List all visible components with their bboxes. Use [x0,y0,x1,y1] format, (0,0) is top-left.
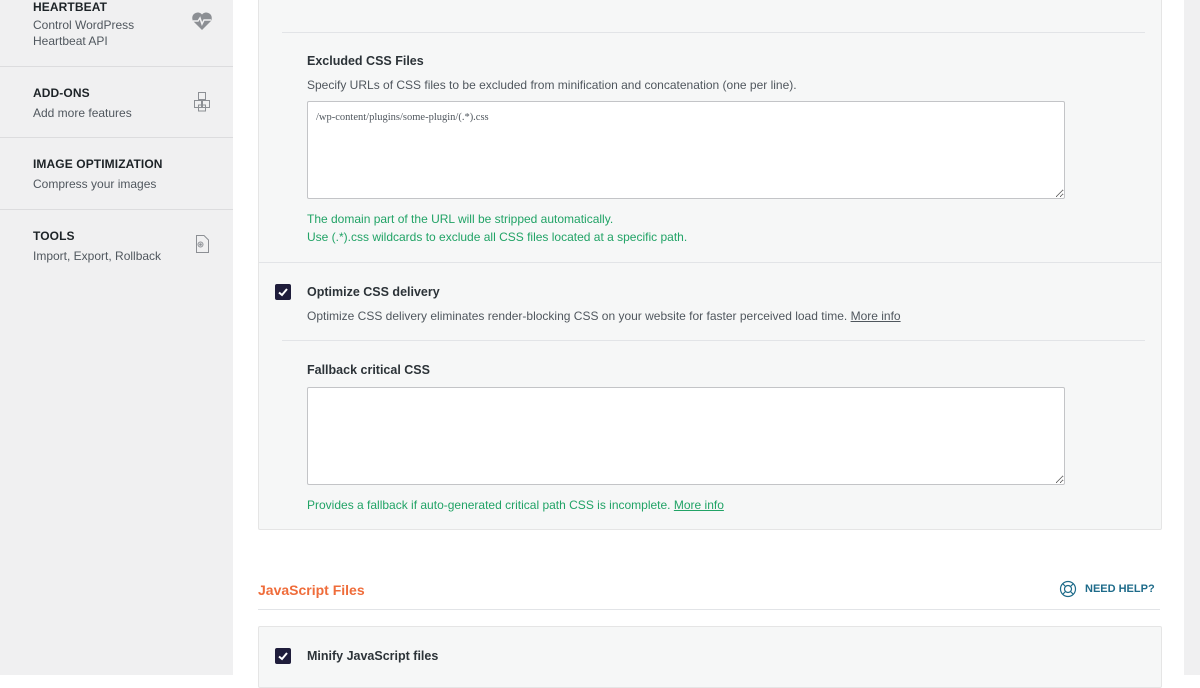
fallback-css-note: Provides a fallback if auto-generated cr… [307,496,724,514]
css-files-panel: Excluded CSS Files Specify URLs of CSS f… [258,0,1162,530]
fallback-css-title: Fallback critical CSS [307,363,430,377]
sidebar-item-desc: Add more features [33,106,132,120]
fallback-css-note-text: Provides a fallback if auto-generated cr… [307,498,671,512]
sidebar-item-tools[interactable]: TOOLS Import, Export, Rollback [0,210,233,280]
sidebar-item-title: TOOLS [33,229,75,243]
optimize-css-desc: Optimize CSS delivery eliminates render-… [307,309,901,323]
sidebar-item-image-optimization[interactable]: IMAGE OPTIMIZATION Compress your images [0,138,233,210]
divider [282,32,1145,33]
sidebar-item-desc: Compress your images [33,177,157,191]
sidebar-item-title: IMAGE OPTIMIZATION [33,157,163,171]
minify-js-checkbox[interactable] [275,648,291,664]
javascript-files-panel: Minify JavaScript files [258,626,1162,688]
divider [258,609,1160,610]
optimize-css-checkbox[interactable] [275,284,291,300]
optimize-css-desc-text: Optimize CSS delivery eliminates render-… [307,309,848,323]
sidebar-item-desc: Import, Export, Rollback [33,249,162,263]
need-help-label: NEED HELP? [1085,583,1155,595]
excluded-css-desc: Specify URLs of CSS files to be excluded… [307,78,797,92]
optimize-css-more-info-link[interactable]: More info [851,309,901,323]
need-help-button[interactable]: NEED HELP? [1059,580,1155,598]
checkmark-icon [278,652,288,661]
excluded-css-textarea[interactable]: /wp-content/plugins/some-plugin/(.*).css [307,101,1065,199]
sidebar: HEARTBEAT Control WordPress Heartbeat AP… [0,0,233,675]
main-content: Excluded CSS Files Specify URLs of CSS f… [233,0,1184,688]
sidebar-item-add-ons[interactable]: ADD-ONS Add more features [0,67,233,138]
sidebar-item-title: ADD-ONS [33,86,90,100]
page-scrollbar[interactable] [1184,0,1200,675]
sidebar-item-title: HEARTBEAT [33,0,108,14]
sidebar-item-heartbeat[interactable]: HEARTBEAT Control WordPress Heartbeat AP… [0,0,233,67]
javascript-files-title: JavaScript Files [258,582,365,598]
excluded-css-note-2: Use (.*).css wildcards to exclude all CS… [307,230,688,244]
divider [259,262,1161,263]
optimize-css-label: Optimize CSS delivery [307,285,440,299]
fallback-css-more-info-link[interactable]: More info [674,498,724,512]
heartbeat-icon [190,9,214,33]
checkmark-icon [278,288,288,297]
tools-file-gear-icon [190,232,214,256]
fallback-css-textarea[interactable] [307,387,1065,485]
divider [282,340,1145,341]
excluded-css-note-1: The domain part of the URL will be strip… [307,212,614,226]
addons-cubes-icon [190,90,214,114]
sidebar-item-desc: Control WordPress Heartbeat API [33,18,135,48]
lifebuoy-icon [1059,580,1077,598]
minify-js-label: Minify JavaScript files [307,649,439,663]
excluded-css-title: Excluded CSS Files [307,54,424,68]
